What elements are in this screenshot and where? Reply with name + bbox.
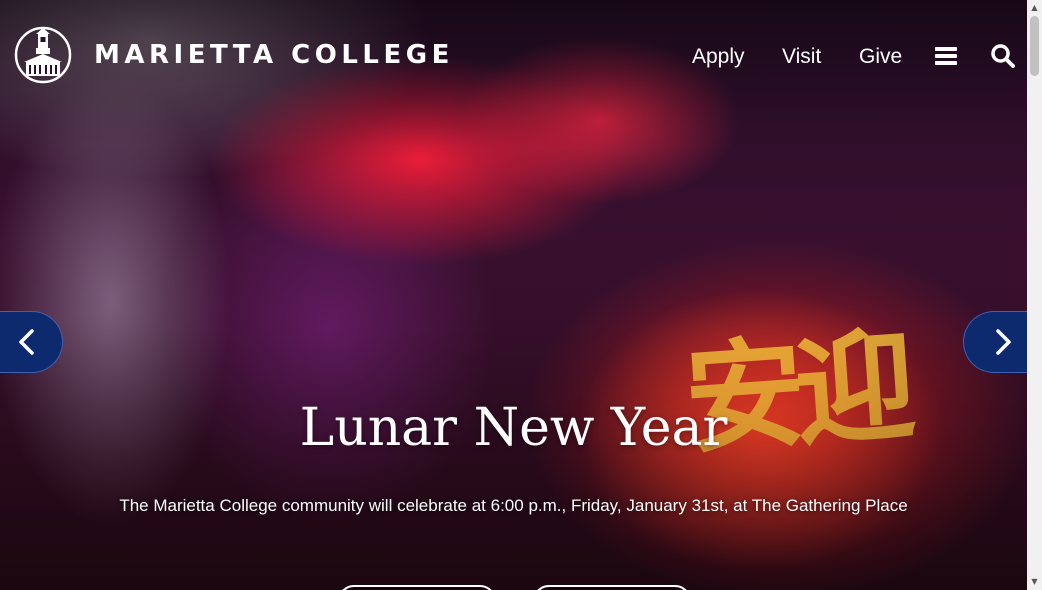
- site-header: MARIETTA COLLEGE Apply Visit Give: [0, 0, 1027, 110]
- hero-headline: Lunar New Year: [299, 398, 728, 458]
- scroll-down-arrow-icon[interactable]: ▼: [1030, 577, 1039, 586]
- nav-apply[interactable]: Apply: [692, 45, 745, 69]
- scrollbar-thumb[interactable]: [1030, 16, 1039, 76]
- hero-subtext: The Marietta College community will cele…: [119, 496, 908, 515]
- carousel-prev-button[interactable]: [0, 311, 63, 373]
- search-icon[interactable]: [990, 43, 1018, 71]
- nav-visit[interactable]: Visit: [782, 45, 821, 69]
- carousel-next-button[interactable]: [963, 311, 1027, 373]
- hero-cta-button-2[interactable]: [533, 585, 691, 590]
- scroll-up-arrow-icon[interactable]: ▲: [1030, 3, 1039, 12]
- brand-wordmark[interactable]: MARIETTA COLLEGE: [94, 40, 454, 70]
- hero-slide: 安迎 MARIETTA COLLEGE Apply Visit: [0, 0, 1027, 590]
- chevron-left-icon: [19, 329, 34, 355]
- bell-tower-icon: [14, 26, 72, 84]
- college-logo[interactable]: [14, 20, 72, 90]
- hamburger-menu-icon[interactable]: [934, 43, 962, 71]
- page-scrollbar[interactable]: ▲ ▼: [1027, 0, 1042, 590]
- nav-give[interactable]: Give: [859, 45, 902, 69]
- hero-cta-button-1[interactable]: [338, 585, 496, 590]
- chevron-right-icon: [996, 329, 1011, 355]
